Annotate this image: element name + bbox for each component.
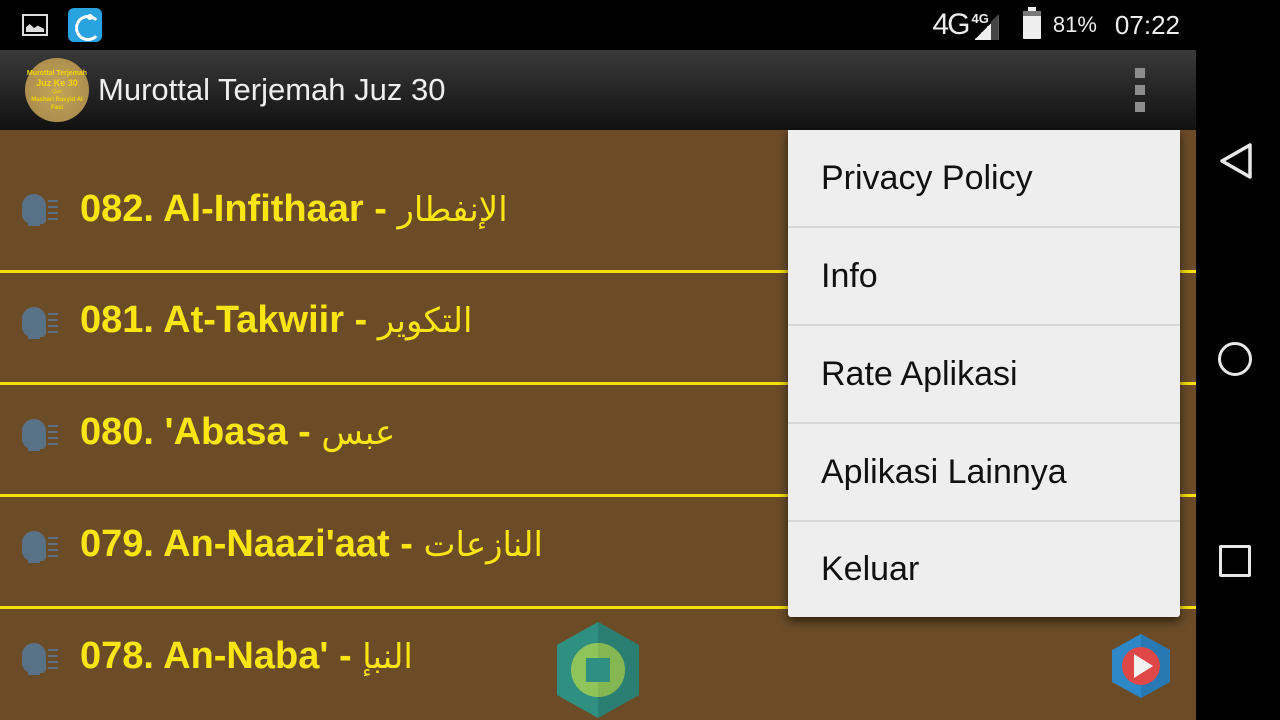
surah-arabic-name: عبس	[321, 413, 396, 453]
surah-latin-name: At-Takwiir	[163, 299, 344, 341]
network-type: 4G	[932, 8, 971, 41]
battery-icon	[1022, 7, 1041, 39]
surah-number: 079.	[80, 523, 154, 565]
logo-line-2: Juz Ke 30	[36, 77, 78, 88]
image-notification-icon	[22, 14, 48, 36]
surah-title: 081. At-Takwiir - التكوير	[80, 299, 472, 342]
menu-item-rate-app[interactable]: Rate Aplikasi	[788, 326, 1180, 424]
action-bar: Murottal Terjemah Juz Ke 30 Qari Mashari…	[0, 50, 1196, 130]
overflow-menu: Privacy Policy Info Rate Aplikasi Aplika…	[788, 130, 1180, 617]
surah-arabic-name: النبإ	[362, 637, 413, 677]
surah-title: 078. An-Naba' - النبإ	[80, 635, 413, 678]
surah-arabic-name: النازعات	[423, 525, 543, 565]
status-bar: 4G 4G 81% 07:22	[0, 0, 1196, 50]
surah-arabic-name: الإنفطار	[397, 190, 508, 230]
play-icon	[1112, 634, 1170, 698]
battery-percent: 81%	[1052, 12, 1097, 37]
sound-waves	[48, 200, 58, 220]
stop-button[interactable]	[553, 620, 643, 720]
speaking-head-icon	[20, 639, 60, 679]
separator: -	[363, 188, 398, 230]
sound-waves	[48, 313, 58, 333]
stop-icon	[557, 622, 639, 718]
clock: 07:22	[1114, 9, 1180, 40]
speaking-head-icon	[20, 190, 60, 230]
navigation-bar	[1196, 0, 1280, 720]
surah-arabic-name: التكوير	[377, 301, 473, 341]
surah-latin-name: An-Naazi'aat	[163, 523, 390, 565]
recents-icon[interactable]	[1219, 545, 1251, 577]
menu-item-privacy-policy[interactable]: Privacy Policy	[788, 130, 1180, 228]
more-vert-icon[interactable]	[1128, 68, 1152, 112]
surah-number: 081.	[80, 299, 154, 341]
sound-waves	[48, 425, 58, 445]
surah-number: 082.	[80, 188, 154, 230]
menu-item-exit[interactable]: Keluar	[788, 522, 1180, 617]
separator: -	[344, 299, 378, 341]
menu-item-other-apps[interactable]: Aplikasi Lainnya	[788, 424, 1180, 522]
signal-icon	[974, 14, 999, 40]
logo-line-4: Mashari Rasyid Al Fasi	[31, 96, 83, 111]
back-icon[interactable]	[1218, 142, 1254, 180]
surah-title: 079. An-Naazi'aat - النازعات	[80, 523, 543, 566]
surah-number: 080.	[80, 411, 154, 453]
surah-title: 082. Al-Infithaar - الإنفطار	[80, 188, 508, 231]
separator: -	[287, 411, 322, 453]
dot	[1135, 85, 1145, 95]
dot	[1135, 102, 1145, 112]
app-notification-icon	[68, 8, 102, 42]
sound-waves	[48, 649, 58, 669]
surah-latin-name: An-Naba'	[163, 635, 329, 677]
logo-line-1: Murottal Terjemah	[26, 69, 88, 77]
speaking-head-icon	[20, 527, 60, 567]
head-shape	[22, 531, 46, 563]
app-logo: Murottal Terjemah Juz Ke 30 Qari Mashari…	[25, 58, 89, 122]
play-button[interactable]	[1110, 632, 1172, 700]
menu-item-info[interactable]: Info	[788, 228, 1180, 326]
head-shape	[22, 194, 46, 226]
surah-latin-name: Al-Infithaar	[163, 188, 364, 230]
head-shape	[22, 643, 46, 675]
separator: -	[328, 635, 363, 677]
system-indicators: 4G 4G 81% 07:22	[932, 7, 1180, 42]
surah-latin-name: 'Abasa	[164, 411, 288, 453]
speaking-head-icon	[20, 303, 60, 343]
separator: -	[389, 523, 424, 565]
sound-waves	[48, 537, 58, 557]
surah-title: 080. 'Abasa - عبس	[80, 411, 395, 454]
head-shape	[22, 307, 46, 339]
head-shape	[22, 419, 46, 451]
home-icon[interactable]	[1218, 342, 1252, 376]
app-title: Murottal Terjemah Juz 30	[98, 72, 446, 107]
speaking-head-icon	[20, 415, 60, 455]
notification-icons	[22, 8, 102, 42]
dot	[1135, 68, 1145, 78]
surah-number: 078.	[80, 635, 154, 677]
logo-line-3: Qari	[52, 88, 62, 95]
